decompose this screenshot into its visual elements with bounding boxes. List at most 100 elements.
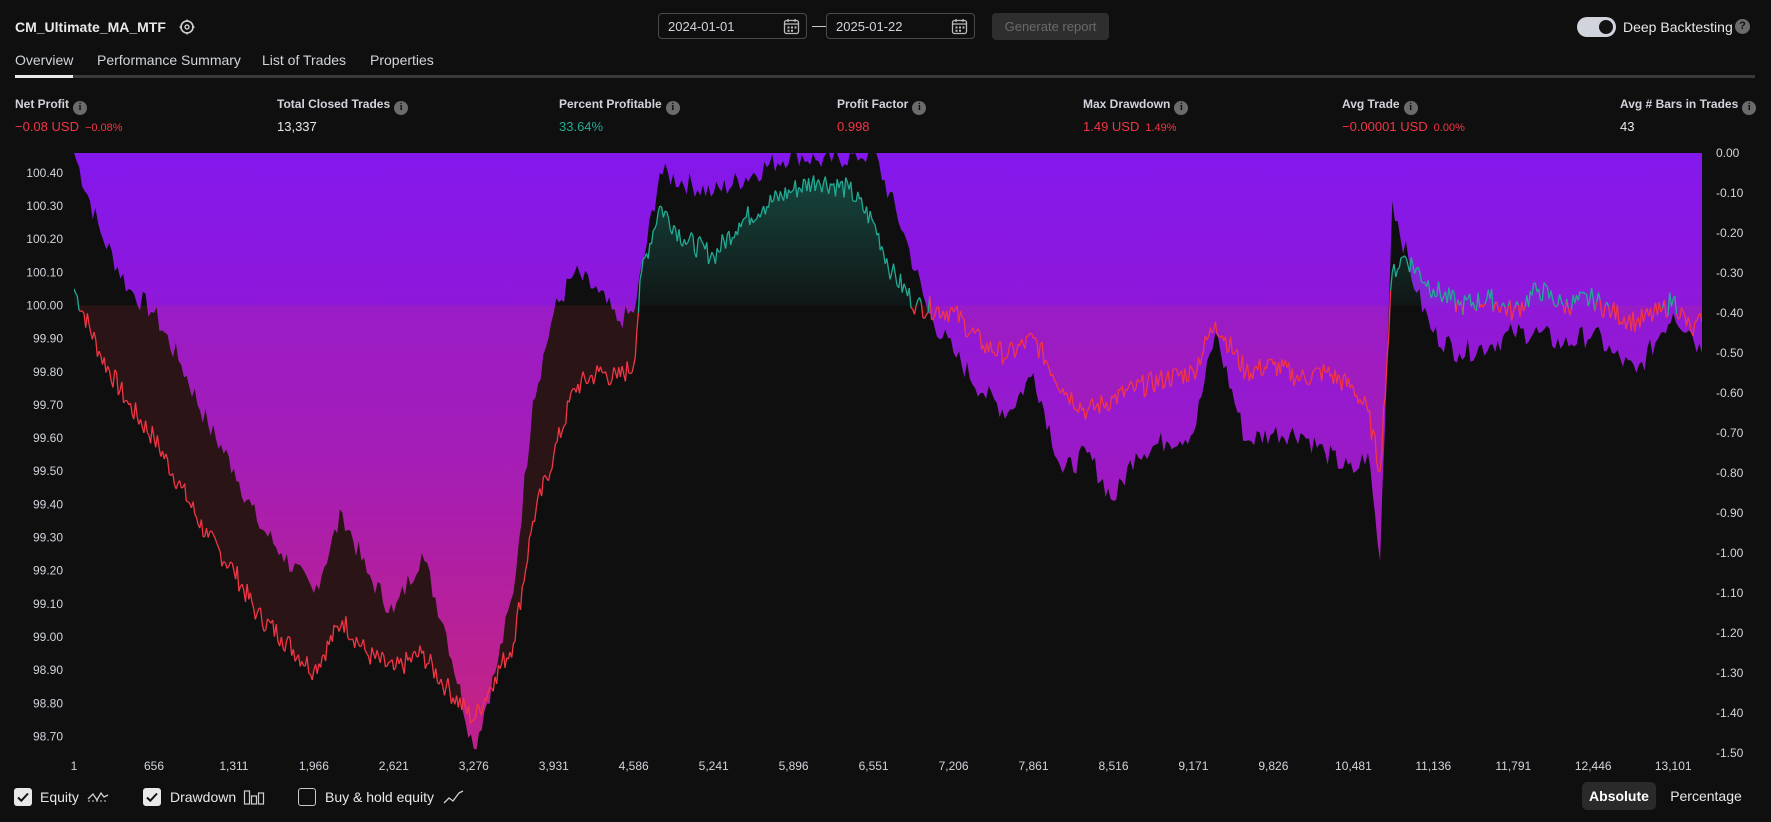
right-axis: 0.00 -0.10 -0.20 -0.30 -0.40 -0.50 -0.60 -0.70 -… xyxy=(1716,146,1744,760)
info-icon[interactable]: i xyxy=(1742,101,1757,115)
info-icon[interactable]: i xyxy=(665,101,680,115)
calendar-icon[interactable] xyxy=(783,18,800,35)
info-icon[interactable]: i xyxy=(1174,101,1189,115)
date-to-field[interactable] xyxy=(826,13,975,39)
info-icon[interactable]: i xyxy=(1403,101,1418,115)
right-axis-tick-label: -0.40 xyxy=(1716,306,1744,320)
equity-line-segment xyxy=(965,335,968,338)
equity-line-segment xyxy=(1317,367,1321,370)
info-icon[interactable]: i xyxy=(394,101,409,115)
left-axis-tick-label: 99.90 xyxy=(33,332,63,346)
x-axis-tick-label: 5,896 xyxy=(779,759,809,773)
left-axis-tick-label: 98.90 xyxy=(33,663,63,677)
equity-line-segment xyxy=(718,250,721,253)
metric-label: Percent Profitable xyxy=(559,97,662,111)
x-axis-tick-label: 656 xyxy=(144,759,164,773)
left-axis-tick-label: 98.70 xyxy=(33,729,63,743)
equity-line-segment xyxy=(798,187,801,190)
bottom-bar: Equity Drawdown Buy & hold equity Absolu… xyxy=(0,780,1771,822)
calendar-icon[interactable] xyxy=(951,18,968,35)
equity-checkbox[interactable] xyxy=(14,788,32,806)
x-axis-tick-label: 13,101 xyxy=(1655,759,1692,773)
drawdown-label[interactable]: Drawdown xyxy=(170,789,236,805)
equity-line-segment xyxy=(385,665,388,668)
metric-label: Avg Trade xyxy=(1342,97,1400,111)
buy-hold-line-icon xyxy=(443,790,464,804)
x-axis: 1 656 1,311 1,966 2,621 3,276 3,931 4,586 5,241 5… xyxy=(71,759,1692,773)
equity-line-segment xyxy=(1584,292,1587,295)
x-axis-tick-label: 1 xyxy=(71,759,78,773)
equity-line-segment xyxy=(1260,374,1264,377)
metric-avg-trade: Avg Trade i −0.00001 USD 0.00% xyxy=(1342,97,1465,134)
x-axis-tick-label: 10,481 xyxy=(1335,759,1372,773)
gear-icon[interactable] xyxy=(178,18,196,36)
equity-loss-area xyxy=(74,305,1702,724)
left-axis-tick-label: 99.60 xyxy=(33,431,63,445)
x-axis-tick-label: 9,171 xyxy=(1178,759,1208,773)
metric-value: −0.08 USD xyxy=(15,119,79,134)
right-axis-tick-label: -0.80 xyxy=(1716,466,1744,480)
equity-label[interactable]: Equity xyxy=(40,789,79,805)
equity-line-segment xyxy=(489,686,492,689)
right-axis-tick-label: -1.50 xyxy=(1716,746,1744,760)
equity-line-segment xyxy=(308,672,311,675)
equity-line-segment xyxy=(664,210,668,213)
strategy-name[interactable]: CM_Ultimate_MA_MTF xyxy=(15,19,166,35)
x-axis-tick-label: 6,551 xyxy=(859,759,889,773)
drawdown-checkbox[interactable] xyxy=(143,788,161,806)
buy-hold-checkbox[interactable] xyxy=(298,788,316,806)
metric-label: Profit Factor xyxy=(837,97,909,111)
info-icon[interactable]: i xyxy=(912,101,927,115)
left-axis-tick-label: 99.70 xyxy=(33,398,63,412)
left-axis-tick-label: 99.10 xyxy=(33,597,63,611)
left-axis-tick-label: 99.50 xyxy=(33,464,63,478)
metric-percent-profitable: Percent Profitable i 33.64% xyxy=(559,97,680,134)
metric-label: Max Drawdown xyxy=(1083,97,1171,111)
left-axis-tick-label: 100.20 xyxy=(26,232,63,246)
generate-report-button[interactable]: Generate report xyxy=(992,13,1109,40)
equity-line-segment xyxy=(1029,332,1033,335)
deep-backtesting-label: Deep Backtesting xyxy=(1623,19,1733,35)
metric-net-profit: Net Profit i −0.08 USD −0.08% xyxy=(15,97,123,134)
left-axis-tick-label: 99.30 xyxy=(33,531,63,545)
date-from-input[interactable] xyxy=(666,18,770,35)
right-axis-tick-label: -0.60 xyxy=(1716,386,1744,400)
equity-drawdown-chart[interactable]: 100.40 100.30 100.20 100.10 100.00 99.90 99.80… xyxy=(0,140,1771,775)
tab-list-of-trades[interactable]: List of Trades xyxy=(262,52,346,68)
drawdown-bars-icon xyxy=(243,790,265,805)
x-axis-tick-label: 8,516 xyxy=(1098,759,1128,773)
equity-line-segment xyxy=(1677,317,1681,320)
absolute-button[interactable]: Absolute xyxy=(1582,782,1656,810)
percentage-button[interactable]: Percentage xyxy=(1664,782,1748,810)
metric-value: −0.00001 USD xyxy=(1342,119,1428,134)
x-axis-tick-label: 4,586 xyxy=(619,759,649,773)
deep-backtesting-toggle[interactable] xyxy=(1577,17,1616,37)
metric-value: 1.49 USD xyxy=(1083,119,1140,134)
active-tab-indicator xyxy=(15,75,73,78)
equity-line-segment xyxy=(388,660,391,663)
checkmark-icon xyxy=(146,792,158,803)
tab-properties[interactable]: Properties xyxy=(370,52,434,68)
tab-performance-summary[interactable]: Performance Summary xyxy=(97,52,241,68)
metric-value: 33.64% xyxy=(559,119,604,134)
help-icon[interactable]: ? xyxy=(1735,19,1750,34)
x-axis-tick-label: 9,826 xyxy=(1258,759,1288,773)
date-from-field[interactable] xyxy=(658,13,807,39)
info-icon[interactable]: i xyxy=(73,101,87,115)
equity-line-segment xyxy=(76,295,80,311)
left-axis-tick-label: 99.00 xyxy=(33,630,63,644)
x-axis-tick-label: 1,311 xyxy=(219,759,248,773)
buy-hold-label[interactable]: Buy & hold equity xyxy=(325,789,434,805)
x-axis-tick-label: 11,136 xyxy=(1415,759,1451,773)
metric-value: 13,337 xyxy=(277,119,317,134)
right-axis-tick-label: -0.10 xyxy=(1716,186,1744,200)
date-to-input[interactable] xyxy=(834,18,938,35)
equity-line-segment xyxy=(186,500,189,503)
right-axis-tick-label: -0.30 xyxy=(1716,266,1744,280)
equity-line-icon xyxy=(87,791,109,802)
x-axis-tick-label: 12,446 xyxy=(1575,759,1612,773)
tab-overview[interactable]: Overview xyxy=(15,52,73,68)
right-axis-tick-label: -1.00 xyxy=(1716,546,1744,560)
right-axis-tick-label: -0.50 xyxy=(1716,346,1744,360)
x-axis-tick-label: 7,206 xyxy=(939,759,969,773)
